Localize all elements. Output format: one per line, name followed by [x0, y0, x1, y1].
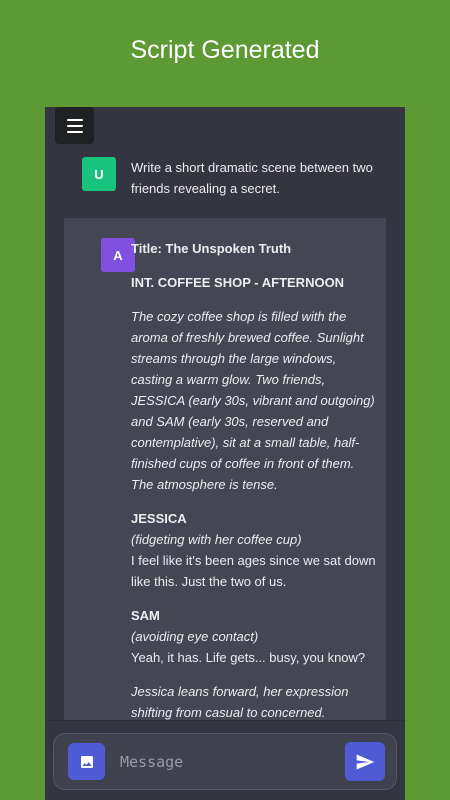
- dialogue-line: I feel like it's been ages since we sat …: [131, 553, 376, 589]
- script-title: Title: The Unspoken Truth: [131, 241, 292, 256]
- composer-box: [53, 733, 397, 790]
- dialogue-block: JESSICA (fidgeting with her coffee cup) …: [131, 508, 377, 592]
- action-line: Jessica leans forward, her expression sh…: [131, 684, 349, 720]
- image-icon: [80, 755, 93, 768]
- dialogue-line: Yeah, it has. Life gets... busy, you kno…: [131, 650, 366, 665]
- assistant-avatar: A: [101, 238, 135, 272]
- scene-description: The cozy coffee shop is filled with the …: [131, 309, 375, 492]
- user-avatar: U: [82, 157, 116, 191]
- image-upload-button[interactable]: [68, 743, 105, 780]
- chat-screen: U Write a short dramatic scene between t…: [45, 107, 405, 800]
- user-message-text: Write a short dramatic scene between two…: [131, 160, 373, 196]
- assistant-message: A Title: The Unspoken Truth INT. COFFEE …: [64, 218, 386, 728]
- parenthetical: (avoiding eye contact): [131, 629, 259, 644]
- scene-heading: INT. COFFEE SHOP - AFTERNOON: [131, 275, 345, 290]
- hamburger-menu-icon: [66, 118, 83, 121]
- user-message: U Write a short dramatic scene between t…: [45, 147, 405, 217]
- character-name: SAM: [131, 608, 160, 623]
- composer-bar: [45, 720, 405, 800]
- dialogue-block: SAM (avoiding eye contact) Yeah, it has.…: [131, 605, 377, 668]
- send-button[interactable]: [345, 742, 385, 781]
- parenthetical: (fidgeting with her coffee cup): [131, 532, 302, 547]
- assistant-message-text: Title: The Unspoken Truth INT. COFFEE SH…: [131, 238, 377, 728]
- banner-title: Script Generated: [130, 36, 320, 64]
- send-icon: [356, 754, 375, 769]
- menu-button[interactable]: [55, 107, 94, 144]
- character-name: JESSICA: [131, 511, 187, 526]
- message-input[interactable]: [120, 748, 320, 776]
